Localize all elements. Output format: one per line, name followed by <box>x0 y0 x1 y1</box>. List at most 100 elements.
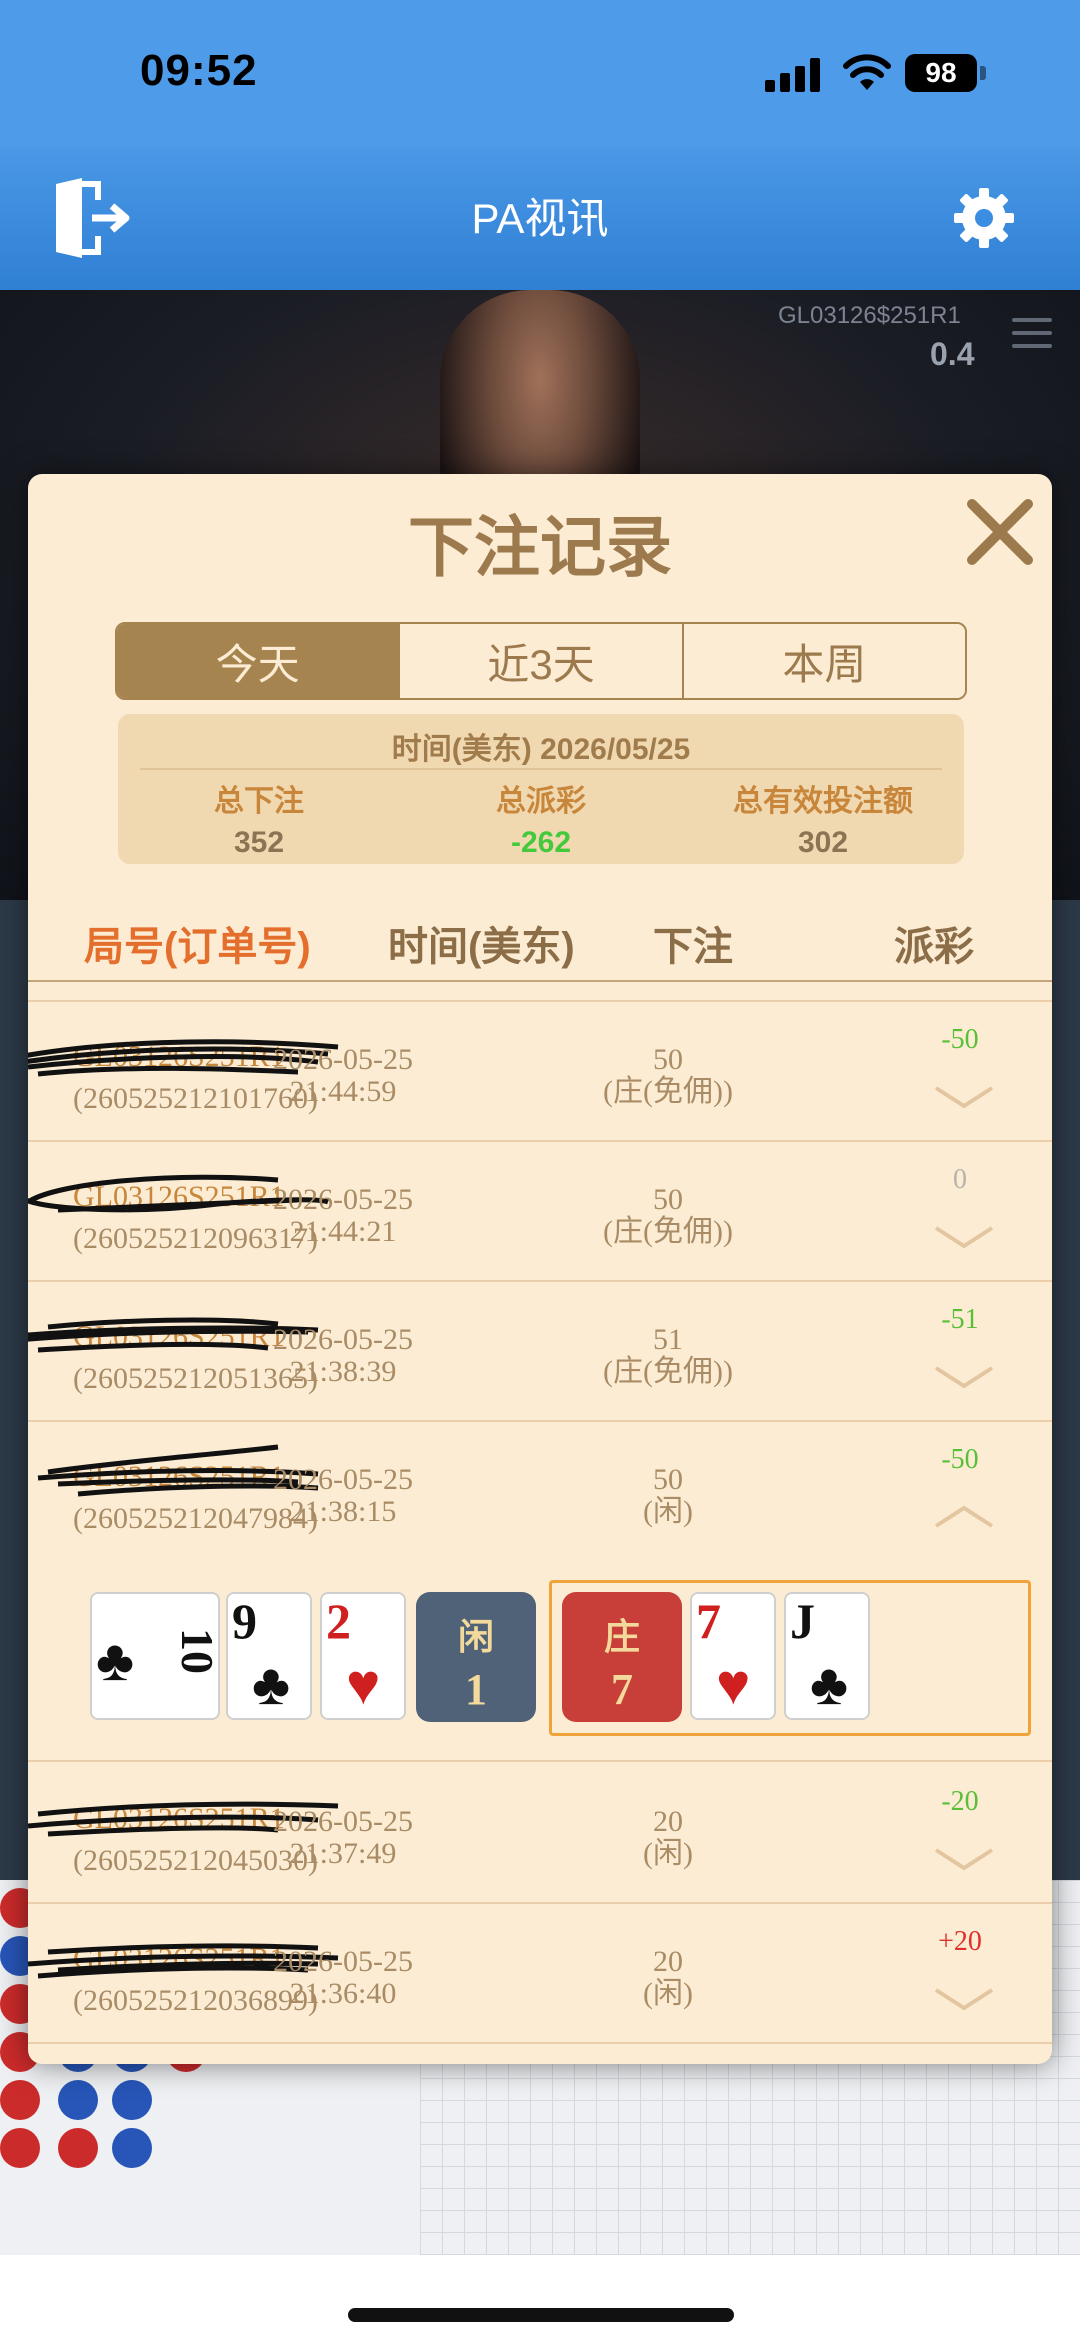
banker-card: 7 ♥ <box>690 1592 776 1720</box>
bet-time: 2026-05-25 21:44:59 <box>253 1044 433 1108</box>
menu-icon[interactable] <box>1012 318 1052 350</box>
tab-this-week[interactable]: 本周 <box>683 624 965 698</box>
summary-total-payout: 总派彩 -262 <box>400 776 682 860</box>
bet-value: 51 <box>653 1323 683 1356</box>
bet-type: (闲) <box>643 1977 693 2010</box>
column-header-time: 时间(美东) <box>388 925 575 969</box>
summary-value: 352 <box>233 826 285 859</box>
modal-title: 下注记录 <box>408 510 672 584</box>
close-icon[interactable] <box>964 496 1036 568</box>
payout: -20 <box>941 1786 979 1817</box>
chevron-down-icon[interactable] <box>934 1364 994 1390</box>
bet-value: 50 <box>653 1463 683 1496</box>
table-row-expanded[interactable]: GL03126S251R1 (260525212047984) 2026-05-… <box>28 1422 1052 1562</box>
banker-result-badge: 庄 7 <box>562 1592 682 1722</box>
chevron-down-icon[interactable] <box>934 1986 994 2012</box>
table-row[interactable]: GL03126S251R1 (260525212051365) 2026-05-… <box>28 1282 1052 1422</box>
payout: -51 <box>941 1304 979 1335</box>
card-rank: 7 <box>696 1593 721 1649</box>
bet-date: 2026-05-25 <box>273 1043 413 1076</box>
bet-date: 2026-05-25 <box>273 1945 413 1978</box>
bet-type: (庄(免佣)) <box>603 1215 733 1248</box>
card-suit: ♣ <box>252 1652 291 1717</box>
player-result-badge: 闲 1 <box>416 1592 536 1722</box>
chevron-down-icon[interactable] <box>934 1084 994 1110</box>
player-card: ♣ 10 <box>90 1592 223 1720</box>
bet-date: 2026-05-25 <box>273 1323 413 1356</box>
summary-label: 总下注 <box>214 785 304 818</box>
bet-time: 2026-05-25 21:44:21 <box>253 1184 433 1248</box>
bet-amount: 50 (闲) <box>588 1464 748 1528</box>
app-header: PA视讯 <box>0 148 1080 290</box>
table-limit: 0.4 <box>930 336 975 372</box>
bet-list[interactable]: GL03126S251R1 (260525212101760) 2026-05-… <box>28 982 1052 2064</box>
bet-amount: 20 (闲) <box>588 1806 748 1870</box>
column-header-bet: 下注 <box>653 925 733 969</box>
bet-date: 2026-05-25 <box>273 1463 413 1496</box>
card-rank: 10 <box>172 1628 223 1674</box>
summary-total-valid: 总有效投注额 302 <box>682 776 964 860</box>
bet-time: 2026-05-25 21:38:15 <box>253 1464 433 1528</box>
home-indicator[interactable] <box>348 2308 734 2322</box>
chevron-up-icon[interactable] <box>934 1504 994 1530</box>
bet-amount: 50 (庄(免佣)) <box>588 1044 748 1108</box>
signal-icon <box>765 58 825 92</box>
bet-clock: 21:44:21 <box>289 1215 397 1248</box>
bet-value: 20 <box>653 1805 683 1838</box>
column-header-round: 局号(订单号) <box>84 925 311 969</box>
road-bead <box>112 2128 152 2168</box>
date-range-tabs: 今天 近3天 本周 <box>115 622 967 700</box>
bet-type: (庄(免佣)) <box>603 1355 733 1388</box>
bet-value: 20 <box>653 1945 683 1978</box>
bet-history-modal: 下注记录 今天 近3天 本周 时间(美东) 2026/05/25 总下注 352… <box>28 474 1052 2064</box>
payout: -50 <box>941 1444 979 1475</box>
tab-last-3-days[interactable]: 近3天 <box>400 624 684 698</box>
bet-value: 50 <box>653 1183 683 1216</box>
card-rank: 2 <box>326 1593 351 1649</box>
player-card: 2 ♥ <box>320 1592 406 1720</box>
banker-label: 庄 <box>603 1617 640 1657</box>
battery-level: 98 <box>905 54 977 92</box>
bet-time: 2026-05-25 21:36:40 <box>253 1946 433 2010</box>
table-row[interactable]: GL03126S251R1 (260525212101760) 2026-05-… <box>28 1002 1052 1142</box>
road-bead <box>0 2128 40 2168</box>
payout: 0 <box>953 1164 967 1195</box>
table-row[interactable]: GL03126S251R1 (260525212045030) 2026-05-… <box>28 1764 1052 1904</box>
bet-value: 50 <box>653 1043 683 1076</box>
chevron-down-icon[interactable] <box>934 1224 994 1250</box>
bet-clock: 21:44:59 <box>289 1075 397 1108</box>
chevron-down-icon[interactable] <box>934 1846 994 1872</box>
card-suit: ♥ <box>346 1652 381 1717</box>
bet-clock: 21:37:49 <box>289 1837 397 1870</box>
card-rank: 9 <box>232 1593 257 1649</box>
bet-clock: 21:38:39 <box>289 1355 397 1388</box>
bet-type: (闲) <box>643 1495 693 1528</box>
card-rank: J <box>790 1593 815 1649</box>
road-bead <box>58 2128 98 2168</box>
tab-today[interactable]: 今天 <box>117 624 401 698</box>
status-time: 09:52 <box>140 46 258 95</box>
round-detail: ♣ 10 9 ♣ 2 ♥ 闲 1 庄 7 7 ♥ J ♣ <box>28 1562 1052 1762</box>
road-bead <box>58 2080 98 2120</box>
wifi-icon <box>843 54 891 90</box>
gear-icon[interactable] <box>952 186 1016 250</box>
app-title: PA视讯 <box>471 195 609 242</box>
bet-amount: 20 (闲) <box>588 1946 748 2010</box>
table-row[interactable]: GL03126S251R1 (260525212036899) 2026-05-… <box>28 1904 1052 2044</box>
payout: -50 <box>941 1024 979 1055</box>
table-row[interactable]: GL03126S251R1 (260525212096317) 2026-05-… <box>28 1142 1052 1282</box>
player-card: 9 ♣ <box>226 1592 312 1720</box>
bet-amount: 50 (庄(免佣)) <box>588 1184 748 1248</box>
player-points: 1 <box>465 1665 487 1714</box>
card-suit: ♥ <box>716 1652 751 1717</box>
payout: +20 <box>938 1926 982 1957</box>
summary-time: 时间(美东) 2026/05/25 <box>391 733 691 766</box>
bet-time: 2026-05-25 21:38:39 <box>253 1324 433 1388</box>
bottom-bar <box>0 2255 1080 2341</box>
bet-type: (闲) <box>643 1837 693 1870</box>
battery-icon: 98 <box>905 54 986 92</box>
card-suit: ♣ <box>96 1628 135 1693</box>
summary-value: -262 <box>510 826 572 859</box>
status-bar: 09:52 98 <box>0 0 1080 148</box>
table-row[interactable] <box>28 982 1052 1002</box>
